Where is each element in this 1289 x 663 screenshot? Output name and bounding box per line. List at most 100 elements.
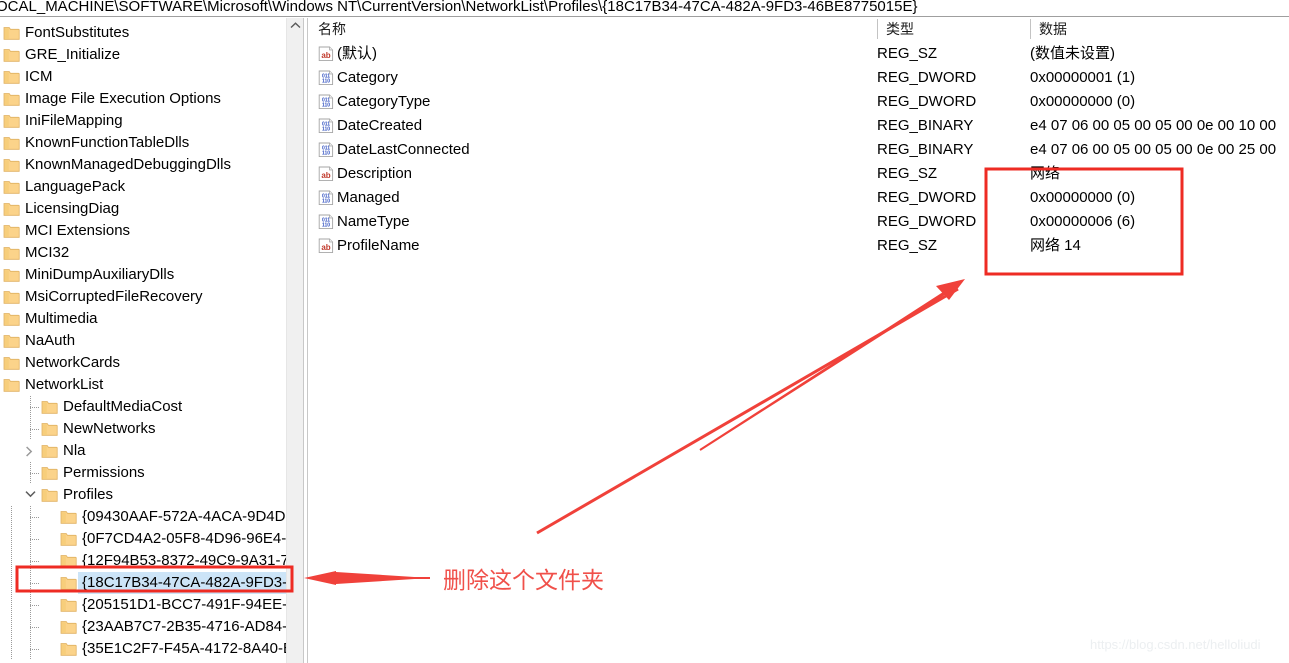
tree-item[interactable]: LicensingDiag [2,198,119,220]
tree-item[interactable]: NaAuth [2,330,75,352]
tree-item[interactable]: LanguagePack [2,176,125,198]
string-value-icon: ab [318,234,335,258]
value-name-cell[interactable]: 011 110 DateCreated [318,114,422,138]
tree-guide [2,418,21,440]
tree-item[interactable]: Profiles [2,484,113,506]
value-type-text: REG_BINARY [877,117,974,134]
tree-item[interactable]: Image File Execution Options [2,88,221,110]
value-name-text: DateLastConnected [337,141,470,158]
value-name-cell[interactable]: 011 110 Managed [318,186,400,210]
tree-item[interactable]: {35E1C2F7-F45A-4172-8A40-E5 [2,638,286,660]
value-row[interactable]: 011 110 Category REG_DWORD 0x00000001 (1) [308,66,1289,90]
tree-item-label: {18C17B34-47CA-482A-9FD3-4 [78,572,286,594]
folder-icon [2,308,21,330]
value-type-text: REG_DWORD [877,213,977,230]
tree-item[interactable]: {0F7CD4A2-05F8-4D96-96E4-5 [2,528,286,550]
tree-item[interactable]: {205151D1-BCC7-491F-94EE-3 [2,594,286,616]
value-name-cell[interactable]: 011 110 DateLastConnected [318,138,470,162]
tree-item[interactable]: NetworkList [2,374,103,396]
tree-item[interactable]: FontSubstitutes [2,22,129,44]
value-row[interactable]: 011 110 CategoryType REG_DWORD 0x00000000 (0… [308,90,1289,114]
folder-icon [2,22,21,44]
value-name-cell[interactable]: ab (默认) [318,42,377,66]
tree-item[interactable]: Permissions [2,462,145,484]
value-row[interactable]: 011 110 NameType REG_DWORD 0x00000006 (6) [308,210,1289,234]
folder-icon [40,418,59,440]
value-row[interactable]: 011 110 DateLastConnected REG_BINARY e4 07 0… [308,138,1289,162]
value-name-cell[interactable]: 011 110 Category [318,66,398,90]
column-header-type[interactable]: 类型 [877,19,1030,39]
tree-item[interactable]: KnownFunctionTableDlls [2,132,189,154]
tree-item[interactable]: NetworkCards [2,352,120,374]
values-column-header[interactable]: 名称 类型 数据 [308,18,1289,40]
registry-key-tree[interactable]: FontSubstitutes GRE_Initialize ICM Image Fi… [0,18,286,663]
tree-guide [21,506,40,528]
tree-item[interactable]: GRE_Initialize [2,44,120,66]
folder-icon [2,374,21,396]
svg-text:110: 110 [322,151,330,157]
tree-guide [2,484,21,506]
tree-item[interactable]: MCI32 [2,242,69,264]
value-name-text: ProfileName [337,237,420,254]
tree-item[interactable]: {23AAB7C7-2B35-4716-AD84-D [2,616,286,638]
value-name-cell[interactable]: 011 110 CategoryType [318,90,430,114]
tree-guide [40,572,59,594]
binary-value-icon: 011 110 [318,90,335,114]
column-header-name[interactable]: 名称 [310,19,877,39]
folder-icon [59,638,78,660]
tree-item[interactable]: KnownManagedDebuggingDlls [2,154,231,176]
tree-item-label: NewNetworks [63,420,156,437]
value-row[interactable]: 011 110 Managed REG_DWORD 0x00000000 (0) [308,186,1289,210]
value-row[interactable]: ab Description REG_SZ 网络 [308,162,1289,186]
value-name-cell[interactable]: 011 110 NameType [318,210,410,234]
tree-item[interactable]: MsiCorruptedFileRecovery [2,286,203,308]
folder-icon [2,330,21,352]
tree-guide [40,594,59,616]
folder-icon [2,242,21,264]
tree-guide [21,462,40,484]
tree-item-label: IniFileMapping [25,112,123,129]
tree-item-label: {35E1C2F7-F45A-4172-8A40-E5 [82,640,286,657]
tree-item[interactable]: MiniDumpAuxiliaryDlls [2,264,174,286]
tree-item-label: LanguagePack [25,178,126,195]
tree-item[interactable]: IniFileMapping [2,110,123,132]
value-name-text: (默认) [337,45,377,62]
value-data-text: e4 07 06 00 05 00 05 00 0e 00 25 00 [1030,141,1277,158]
column-header-data[interactable]: 数据 [1030,19,1289,39]
tree-item[interactable]: {12F94B53-8372-49C9-9A31-7 [2,550,286,572]
tree-item-selected[interactable]: {18C17B34-47CA-482A-9FD3-4 [2,572,286,594]
tree-vertical-scrollbar[interactable] [286,18,303,663]
folder-icon [2,154,21,176]
tree-guide [21,528,40,550]
address-bar[interactable]: OCAL_MACHINE\SOFTWARE\Microsoft\Windows … [0,0,1289,17]
tree-item[interactable]: Multimedia [2,308,98,330]
tree-item-label: MiniDumpAuxiliaryDlls [25,266,175,283]
value-row[interactable]: ab (默认) REG_SZ (数值未设置) [308,42,1289,66]
value-row[interactable]: 011 110 DateCreated REG_BINARY e4 07 06 00 0… [308,114,1289,138]
tree-item-label: Image File Execution Options [25,90,221,107]
tree-guide [21,638,40,660]
tree-item[interactable]: DefaultMediaCost [2,396,182,418]
tree-guide [21,396,40,418]
folder-icon [40,396,59,418]
folder-icon [2,286,21,308]
chevron-down-icon[interactable] [21,484,40,506]
value-row[interactable]: ab ProfileName REG_SZ 网络 14 [308,234,1289,258]
value-name-cell[interactable]: ab ProfileName [318,234,420,258]
folder-icon [2,198,21,220]
chevron-right-icon[interactable] [21,440,40,462]
tree-item[interactable]: MCI Extensions [2,220,130,242]
chevron-up-icon[interactable] [287,18,304,35]
binary-value-icon: 011 110 [318,114,335,138]
tree-item[interactable]: ICM [2,66,53,88]
tree-item[interactable]: {09430AAF-572A-4ACA-9D4D- [2,506,286,528]
tree-item[interactable]: Nla [2,440,86,462]
value-name-cell[interactable]: ab Description [318,162,412,186]
value-name-text: NameType [337,213,410,230]
value-data-text: (数值未设置) [1030,45,1115,62]
folder-icon [2,352,21,374]
tree-item[interactable]: NewNetworks [2,418,156,440]
annotation-note-text: 删除这个文件夹 [443,568,604,594]
tree-item-label: Nla [63,442,86,459]
value-type-text: REG_SZ [877,237,938,254]
